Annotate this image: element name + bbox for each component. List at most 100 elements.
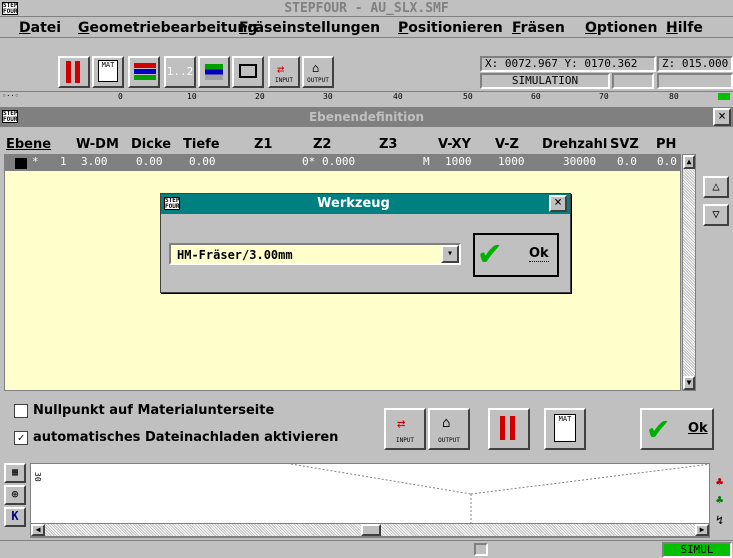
layers-icon [134, 63, 156, 68]
auto-nachladen-label[interactable]: automatisches Dateinachladen aktivieren [33, 430, 338, 445]
ebenen-ok-button[interactable]: ✔ Ok [640, 408, 714, 450]
move-up-button[interactable]: △ [703, 176, 729, 198]
ebenen-output-button[interactable]: ⌂ OUTPUT [428, 408, 470, 450]
tools-button[interactable] [58, 56, 90, 88]
dropdown-arrow-icon: ▾ [446, 248, 454, 259]
ruler-tick: 40 [393, 92, 403, 101]
cell-v-z: 1000 [498, 155, 525, 168]
tool-select-dropdown-button[interactable]: ▾ [441, 245, 459, 263]
input-button[interactable]: ⇄ INPUT [268, 56, 300, 88]
menu-geometriebearbeitung[interactable]: Geometriebearbeitung [78, 20, 257, 36]
layer-number-button[interactable]: 1..2 [164, 56, 196, 88]
layers-button[interactable] [128, 56, 160, 88]
tool-icon [66, 61, 71, 83]
scroll-up-button[interactable]: ▲ [683, 155, 695, 169]
ruler-icon[interactable]: ◦··◦ [2, 92, 28, 100]
k-tool-button[interactable]: K [4, 507, 26, 527]
triangle-down-icon: ▽ [712, 207, 720, 221]
tool-select[interactable]: HM-Fräser/3.00mm ▾ [169, 243, 461, 265]
checkmark-icon: ✔ [479, 232, 501, 273]
col-z1[interactable]: Z1 [254, 137, 272, 152]
output-button[interactable]: ⌂ OUTPUT [302, 56, 334, 88]
crosshair-tool-button[interactable]: ⊕ [4, 485, 26, 505]
werkzeug-ok-button[interactable]: ✔ Ok [473, 233, 559, 277]
werkzeug-ok-label: Ok [529, 246, 549, 262]
horizontal-scrollbar[interactable]: ◀ ▶ [30, 523, 710, 537]
table-row[interactable]: * 1 3.00 0.00 0.00 0* 0.000 M 1000 1000 … [5, 155, 680, 171]
status-mode: SIMUL [662, 542, 732, 558]
menu-datei[interactable]: Datei [19, 20, 61, 36]
scroll-right-button[interactable]: ▶ [695, 524, 709, 536]
col-ebene[interactable]: Ebene [6, 137, 51, 152]
mat-icon: MAT [98, 60, 118, 82]
col-v-z[interactable]: V-Z [495, 137, 519, 152]
menu-fraeseinstellungen[interactable]: Fräseinstellungen [239, 20, 380, 36]
werkzeug-dialog: STEP FOUR Werkzeug × HM-Fräser/3.00mm ▾ … [160, 193, 571, 293]
tree-icon[interactable]: ♣ [716, 493, 723, 507]
ebenen-input-label: INPUT [395, 437, 415, 444]
frame-button[interactable] [232, 56, 264, 88]
col-dicke[interactable]: Dicke [131, 137, 171, 152]
input-icon: ⇄ [397, 416, 406, 432]
input-icon: ⇄ [277, 62, 285, 76]
col-svz[interactable]: SVZ [610, 137, 639, 152]
cell-svz: 0.0 [617, 155, 637, 168]
ebenen-close-button[interactable]: × [713, 108, 731, 126]
ebenen-material-button[interactable]: MAT [544, 408, 586, 450]
nullpunkt-label[interactable]: Nullpunkt auf Materialunterseite [33, 403, 274, 418]
col-tiefe[interactable]: Tiefe [183, 137, 220, 152]
ruler-tick: 70 [599, 92, 609, 101]
rectangle-icon [239, 64, 257, 78]
col-drehzahl[interactable]: Drehzahl [542, 137, 607, 152]
checkmark-icon: ✔ [648, 408, 669, 448]
werkzeug-close-button[interactable]: × [549, 195, 567, 212]
material-button[interactable]: MAT [92, 56, 124, 88]
col-z3[interactable]: Z3 [379, 137, 397, 152]
menu-optionen[interactable]: Optionen [585, 20, 657, 36]
ruler-tick: 80 [669, 92, 679, 101]
col-v-xy[interactable]: V-XY [438, 137, 471, 152]
ruler-tick: 60 [531, 92, 541, 101]
scroll-down-button[interactable]: ▼ [683, 376, 695, 390]
cell-active: * [32, 155, 39, 168]
mode-display-3 [657, 73, 733, 89]
col-z2[interactable]: Z2 [313, 137, 331, 152]
tool-select-value: HM-Fräser/3.00mm [177, 248, 293, 262]
menu-hilfe[interactable]: Hilfe [666, 20, 703, 36]
main-title-bar: STEP FOUR STEPFOUR - AU_SLX.SMF [0, 0, 733, 17]
layer-color-swatch [15, 158, 27, 169]
cell-z2-flag: 0* [302, 155, 316, 168]
status-bar: SIMUL [0, 540, 733, 558]
layers-icon [134, 75, 156, 80]
table-scrollbar[interactable]: ▲ ▼ [682, 154, 696, 391]
sort-layers-button[interactable] [198, 56, 230, 88]
tool-icon [510, 416, 515, 440]
ruler-tick: 20 [255, 92, 265, 101]
ruler-tick: 50 [463, 92, 473, 101]
col-ph[interactable]: PH [656, 137, 676, 152]
cell-ph: 0.0 [657, 155, 677, 168]
coord-x: X: 0072.967 [485, 57, 558, 70]
ruler: ◦··◦ 0 10 20 30 40 50 60 70 80 [0, 91, 733, 101]
layers-icon [134, 69, 156, 74]
scroll-thumb[interactable] [361, 524, 381, 536]
ebenen-tools-button[interactable] [488, 408, 530, 450]
werkzeug-title: Werkzeug [317, 196, 390, 211]
menu-fraesen[interactable]: Fräsen [512, 20, 565, 36]
scroll-left-button[interactable]: ◀ [31, 524, 45, 536]
menu-positionieren[interactable]: Positionieren [398, 20, 503, 36]
grid-tool-button[interactable]: ▦ [4, 463, 26, 483]
menu-bar: Datei Geometriebearbeitung Fräseinstellu… [0, 18, 733, 38]
ebenen-input-button[interactable]: ⇄ INPUT [384, 408, 426, 450]
cell-z2: 0.000 [322, 155, 356, 168]
move-down-button[interactable]: ▽ [703, 204, 729, 226]
cell-dicke: 0.00 [136, 155, 163, 168]
ruler-tick: 10 [187, 92, 197, 101]
mat-icon: MAT [554, 414, 576, 442]
col-w-dm[interactable]: W-DM [76, 137, 119, 152]
nullpunkt-checkbox[interactable] [14, 404, 28, 418]
route-icon[interactable]: ↯ [716, 513, 723, 527]
tree-icon[interactable]: ♣ [716, 475, 723, 489]
auto-nachladen-checkbox[interactable]: ✓ [14, 431, 28, 445]
cell-drehzahl: 30000 [563, 155, 597, 168]
